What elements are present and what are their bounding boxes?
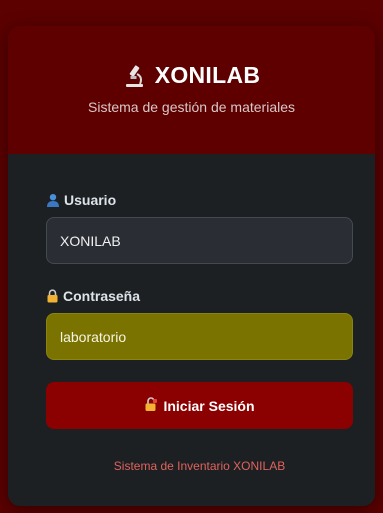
password-group: Contraseña bbox=[46, 288, 353, 360]
username-label-text: Usuario bbox=[64, 192, 117, 208]
login-form: Usuario Contraseña bbox=[8, 154, 375, 473]
password-label: Contraseña bbox=[46, 288, 353, 304]
password-input[interactable] bbox=[46, 313, 353, 360]
user-icon bbox=[46, 193, 60, 207]
login-button[interactable]: Iniciar Sesión bbox=[46, 382, 353, 429]
card-header: XONILAB Sistema de gestión de materiales bbox=[8, 26, 375, 154]
username-input[interactable] bbox=[46, 217, 353, 264]
microscope-icon bbox=[123, 64, 147, 88]
footer-text: Sistema de Inventario XONILAB bbox=[113, 459, 286, 473]
brand-name: XONILAB bbox=[154, 62, 261, 88]
username-label: Usuario bbox=[46, 192, 353, 208]
login-card: XONILAB Sistema de gestión de materiales… bbox=[8, 26, 375, 506]
unlocked-lock-icon bbox=[144, 396, 158, 415]
password-label-text: Contraseña bbox=[63, 288, 141, 304]
username-group: Usuario bbox=[46, 192, 353, 264]
subtitle: Sistema de gestión de materiales bbox=[88, 99, 295, 115]
lock-icon bbox=[46, 289, 59, 303]
login-button-label: Iniciar Sesión bbox=[163, 397, 255, 414]
login-page: XONILAB Sistema de gestión de materiales… bbox=[0, 0, 383, 513]
brand: XONILAB bbox=[123, 62, 261, 89]
